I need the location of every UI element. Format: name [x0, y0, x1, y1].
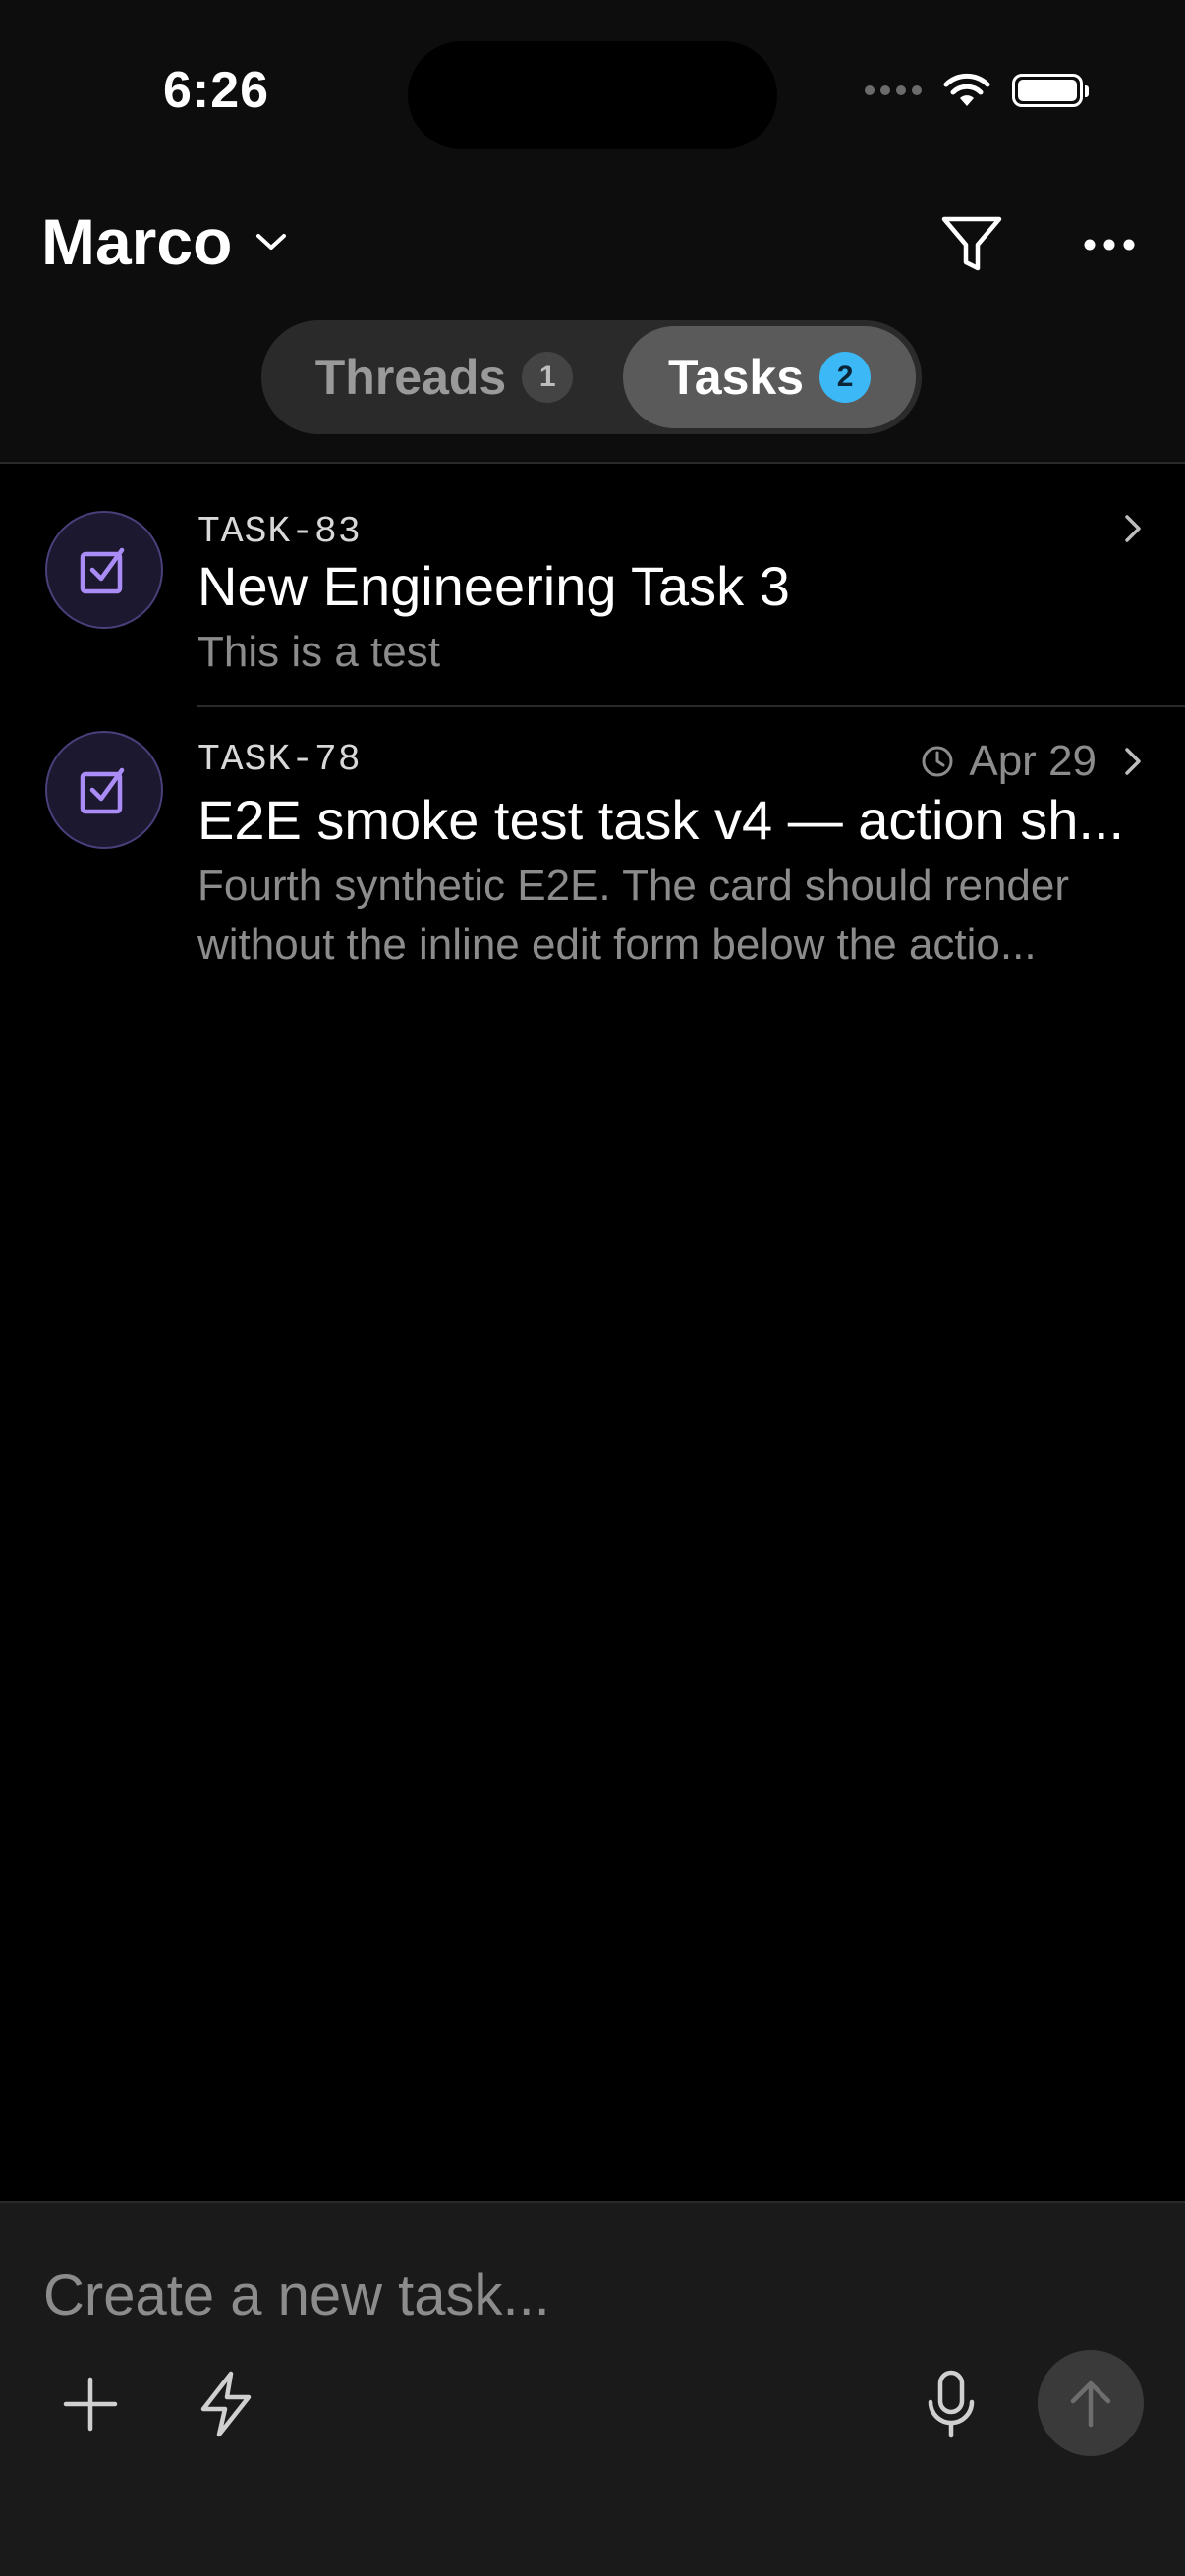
app-header: 6:26 Marco Threads 1 Tasks 2 — [0, 0, 1185, 464]
task-id: TASK-83 — [198, 511, 362, 553]
task-meta: Apr 29 — [920, 737, 1144, 786]
chevron-right-icon — [1125, 515, 1141, 542]
task-due-date: Apr 29 — [969, 737, 1097, 785]
filter-icon — [941, 216, 1002, 271]
task-type-icon — [45, 511, 163, 629]
task-title: New Engineering Task 3 — [198, 555, 790, 617]
add-attachment-button[interactable] — [51, 2365, 130, 2443]
lightning-icon — [200, 2371, 252, 2437]
status-time: 6:26 — [163, 62, 270, 119]
arrow-up-icon — [1070, 2380, 1111, 2428]
task-composer — [0, 2201, 1185, 2576]
plus-icon — [63, 2377, 118, 2432]
checkbox-icon — [80, 767, 125, 814]
quick-action-button[interactable] — [187, 2365, 265, 2443]
tab-count-badge: 2 — [819, 352, 872, 403]
new-task-input[interactable] — [41, 2262, 1126, 2329]
status-indicators — [865, 73, 1089, 108]
more-options-button[interactable] — [1075, 210, 1144, 279]
voice-input-button[interactable] — [912, 2365, 990, 2443]
microphone-icon — [928, 2370, 975, 2438]
clock-icon — [922, 746, 953, 777]
task-title: E2E smoke test task v4 — action sh... — [198, 789, 1125, 851]
chevron-down-icon — [256, 234, 287, 250]
cellular-signal-icon — [865, 85, 922, 95]
chevron-right-icon — [1125, 748, 1141, 775]
account-switcher[interactable]: Marco — [41, 204, 289, 279]
battery-icon — [1012, 74, 1089, 107]
tab-label: Tasks — [667, 350, 805, 405]
more-horizontal-icon — [1084, 239, 1135, 251]
tab-count-badge: 1 — [522, 352, 574, 403]
task-row[interactable]: TASK-83 New Engineering Task 3 This is a… — [0, 464, 1185, 705]
page-title: Marco — [41, 205, 233, 278]
task-description: This is a test — [198, 628, 440, 676]
tab-label: Threads — [314, 350, 507, 405]
dynamic-island — [408, 41, 777, 149]
task-id: TASK-78 — [198, 739, 362, 781]
view-switcher: Threads 1 Tasks 2 — [261, 320, 922, 434]
task-type-icon — [45, 731, 163, 849]
filter-button[interactable] — [937, 210, 1006, 279]
task-row[interactable]: TASK-78 Apr 29 E2E smoke test task v4 — … — [0, 707, 1185, 1002]
tab-tasks[interactable]: Tasks 2 — [623, 326, 916, 428]
checkbox-icon — [80, 547, 125, 594]
task-meta — [1122, 511, 1144, 546]
tab-threads[interactable]: Threads 1 — [267, 326, 621, 428]
send-button[interactable] — [1038, 2350, 1144, 2456]
task-description: Fourth synthetic E2E. The card should re… — [198, 862, 1070, 969]
wifi-icon — [943, 73, 990, 106]
